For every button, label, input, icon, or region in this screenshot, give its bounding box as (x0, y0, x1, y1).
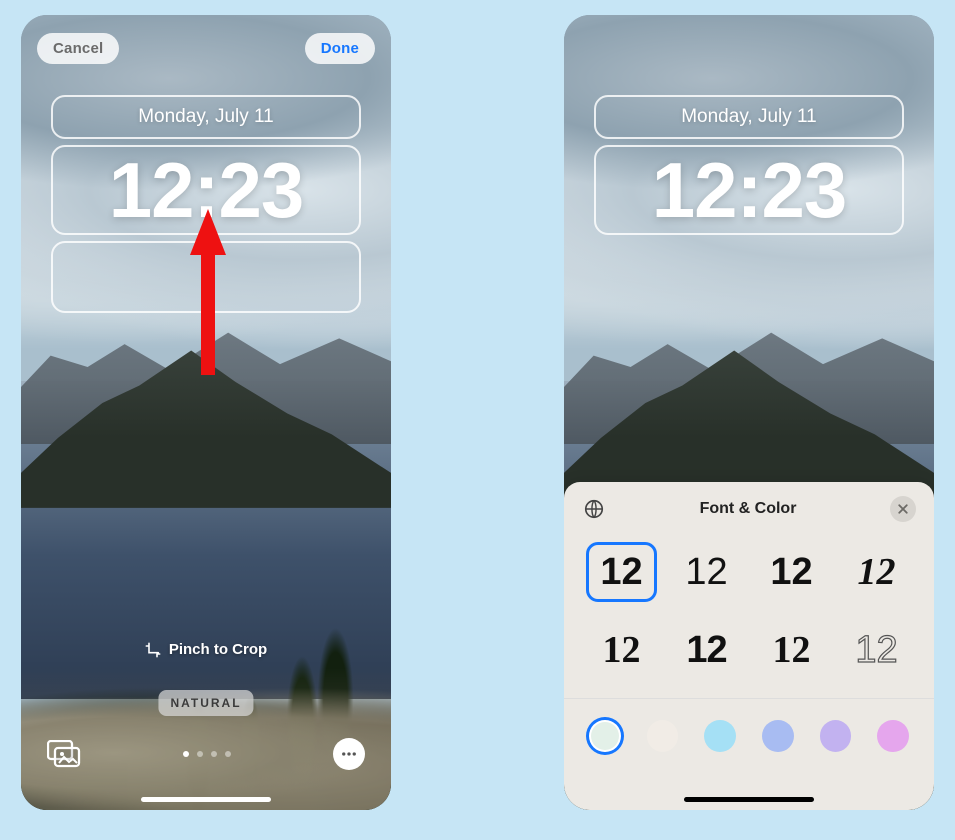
font-option-6[interactable]: 12 (671, 620, 742, 680)
color-row (564, 698, 934, 755)
font-option-4[interactable]: 12 (841, 542, 912, 602)
filter-chip[interactable]: NATURAL (158, 690, 253, 716)
gallery-button[interactable] (47, 740, 81, 768)
phone-right-font-color-sheet: Monday, July 11 12:23 Font & Color 12 12… (564, 15, 934, 810)
font-option-3[interactable]: 12 (756, 542, 827, 602)
language-button[interactable] (582, 497, 606, 521)
font-option-7[interactable]: 12 (756, 620, 827, 680)
date-widget-frame[interactable]: Monday, July 11 (51, 95, 361, 139)
pager-dot[interactable] (183, 751, 189, 757)
wallpaper-pager[interactable] (81, 751, 333, 757)
color-swatch-4[interactable] (759, 717, 797, 755)
color-swatch-6[interactable] (874, 717, 912, 755)
home-indicator[interactable] (141, 797, 271, 802)
home-indicator[interactable] (684, 797, 814, 802)
pinch-to-crop-label: Pinch to Crop (169, 641, 267, 658)
font-option-1[interactable]: 12 (586, 542, 657, 602)
color-swatch-3[interactable] (701, 717, 739, 755)
font-option-8[interactable]: 12 (841, 620, 912, 680)
cancel-button[interactable]: Cancel (37, 33, 119, 64)
phone-left-lockscreen-editor: Cancel Done Monday, July 11 12:23 Pinch … (21, 15, 391, 810)
pager-dot[interactable] (211, 751, 217, 757)
date-text: Monday, July 11 (138, 106, 274, 128)
globe-icon (583, 498, 605, 520)
time-widget-frame[interactable]: 12:23 (594, 145, 904, 235)
bottom-toolbar (21, 738, 391, 770)
pager-dot[interactable] (225, 751, 231, 757)
editor-topbar: Cancel Done (21, 33, 391, 64)
gallery-icon (47, 740, 81, 768)
font-option-5[interactable]: 12 (586, 620, 657, 680)
pinch-to-crop-hint: Pinch to Crop (21, 641, 391, 658)
color-swatch-2[interactable] (644, 717, 682, 755)
font-grid: 12 12 12 12 12 12 12 12 (564, 534, 934, 698)
time-text: 12:23 (652, 151, 847, 229)
sheet-header: Font & Color (564, 496, 934, 534)
close-button[interactable] (890, 496, 916, 522)
pager-dot[interactable] (197, 751, 203, 757)
more-icon (340, 745, 358, 763)
sheet-title: Font & Color (606, 500, 890, 518)
done-button[interactable]: Done (305, 33, 375, 64)
date-text: Monday, July 11 (681, 106, 817, 128)
time-text: 12:23 (109, 151, 304, 229)
close-icon (897, 503, 909, 515)
font-color-sheet: Font & Color 12 12 12 12 12 12 12 12 (564, 482, 934, 810)
date-widget-frame[interactable]: Monday, July 11 (594, 95, 904, 139)
crop-icon (145, 642, 161, 658)
color-swatch-5[interactable] (817, 717, 855, 755)
font-option-2[interactable]: 12 (671, 542, 742, 602)
more-options-button[interactable] (333, 738, 365, 770)
color-swatch-1[interactable] (586, 717, 624, 755)
time-widget-frame[interactable]: 12:23 (51, 145, 361, 235)
bottom-widget-frame[interactable] (51, 241, 361, 313)
